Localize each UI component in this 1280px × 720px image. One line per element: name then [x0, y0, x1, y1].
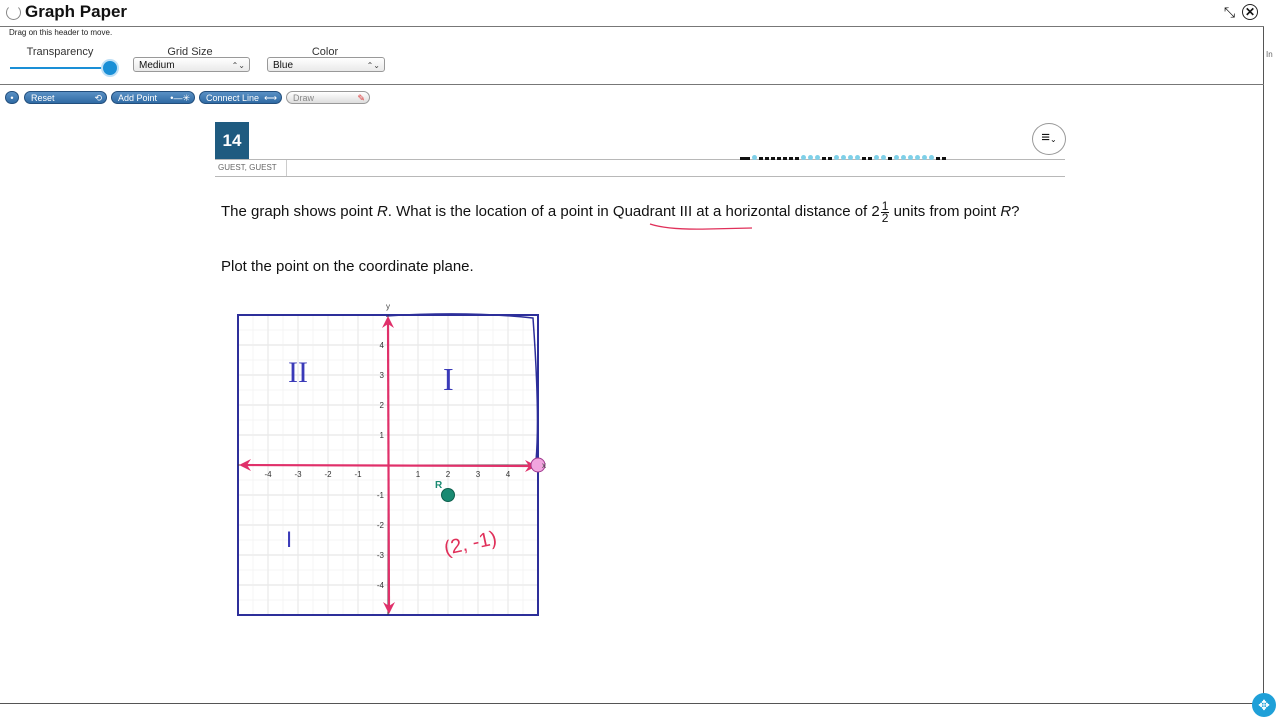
graph-paper-window	[0, 0, 1264, 704]
minimize-arrows-icon[interactable]: ⤡	[1221, 4, 1238, 21]
coordinate-plane-svg[interactable]: xy-4 -3 -2 -1 1 2 3 44321-1-2-3-4RII II (2, -1)	[225, 298, 560, 623]
select-caret-icon: ⌃⌄	[231, 61, 245, 70]
y-tick-label: -2	[377, 521, 385, 530]
connect-line-label: Connect Line	[206, 93, 260, 103]
reset-icon: ⟲	[94, 93, 102, 103]
handwritten-quadrant-outline	[385, 313, 539, 462]
red-underline-annotation	[649, 223, 753, 230]
add-point-button[interactable]: Add Point •—✳	[111, 91, 195, 104]
x-tick-label: 4	[506, 470, 511, 479]
y-tick-label: -4	[377, 581, 385, 590]
tool-title: Graph Paper	[25, 2, 128, 21]
question-text-part: . What is the location of a point in Qua…	[387, 203, 880, 220]
question-text-part: The graph shows point	[221, 203, 377, 220]
toolbar-divider	[0, 84, 1264, 85]
grid-size-select[interactable]: Medium ⌃⌄	[133, 57, 250, 72]
x-tick-label: 2	[446, 470, 451, 479]
quadrant-three-annotation: I	[286, 527, 292, 552]
y-tick-label: 1	[380, 431, 385, 440]
point-name: R	[376, 203, 388, 220]
y-tick-label: 4	[380, 341, 385, 350]
progress-indicator	[740, 152, 946, 160]
transparency-slider-track[interactable]	[10, 67, 108, 69]
point-name: R	[1000, 203, 1012, 220]
y-tick-label: 2	[380, 401, 385, 410]
instruction-text: Plot the point on the coordinate plane.	[221, 258, 474, 275]
drag-hint: Drag on this header to move.	[9, 28, 113, 37]
separator	[286, 160, 287, 176]
transparency-label: Transparency	[26, 46, 94, 58]
question-text-part: ?	[1011, 203, 1020, 220]
select-caret-icon: ⌃⌄	[366, 61, 380, 70]
draw-label: Draw	[293, 93, 315, 103]
toolbar-menu-button[interactable]: •	[5, 91, 19, 104]
y-tick-label: 3	[380, 371, 385, 380]
tool-header[interactable]: Graph Paper ⤡ ✕	[0, 0, 1264, 27]
pen-icon: ✎	[357, 93, 365, 103]
x-tick-label: -3	[294, 470, 302, 479]
reset-button[interactable]: Reset ⟲	[24, 91, 107, 104]
question-stem: The graph shows point R. What is the loc…	[221, 200, 1061, 224]
coordinate-plane[interactable]: x y -4 -3 -2 -1 1 2 3 4 4 3 2 1 -1 -2 -3 -4 R II I I (2, -1)	[225, 298, 560, 623]
y-axis-label: y	[386, 302, 390, 311]
connect-line-button[interactable]: Connect Line ⟷	[199, 91, 282, 104]
side-fragment: In	[1266, 50, 1273, 59]
transparency-slider-handle[interactable]	[101, 59, 119, 77]
question-text-part: units from point	[889, 203, 1001, 220]
x-tick-label: -1	[354, 470, 362, 479]
color-select[interactable]: Blue ⌃⌄	[267, 57, 385, 72]
loading-icon	[6, 5, 21, 20]
x-tick-label: 1	[416, 470, 421, 479]
question-number: 14	[215, 122, 249, 159]
y-tick-label: -3	[377, 551, 385, 560]
grid-size-value: Medium	[139, 60, 175, 71]
student-name: GUEST, GUEST	[218, 163, 277, 172]
context-menu-button[interactable]: ≡⌄	[1032, 123, 1066, 155]
close-icon[interactable]: ✕	[1242, 4, 1258, 20]
quadrant-one-annotation: I	[443, 361, 454, 397]
color-value: Blue	[273, 60, 294, 71]
x-tick-label: -2	[324, 470, 332, 479]
drawn-y-axis	[386, 318, 391, 612]
quadrant-two-annotation: II	[288, 356, 308, 389]
connect-line-icon: ⟷	[264, 93, 277, 103]
y-tick-label: -1	[377, 491, 385, 500]
x-tick-label: 3	[476, 470, 481, 479]
question-subheader-divider	[215, 176, 1065, 177]
point-r-label: R	[435, 480, 443, 491]
expand-tool-icon[interactable]: ✥	[1252, 693, 1276, 717]
draw-button[interactable]: Draw ✎	[286, 91, 370, 104]
x-tick-label: -4	[264, 470, 272, 479]
x-axis-label: x	[542, 461, 546, 470]
reset-label: Reset	[31, 93, 55, 103]
add-point-icon: •—✳	[170, 93, 190, 103]
add-point-label: Add Point	[118, 93, 158, 103]
point-r-marker	[441, 488, 455, 502]
